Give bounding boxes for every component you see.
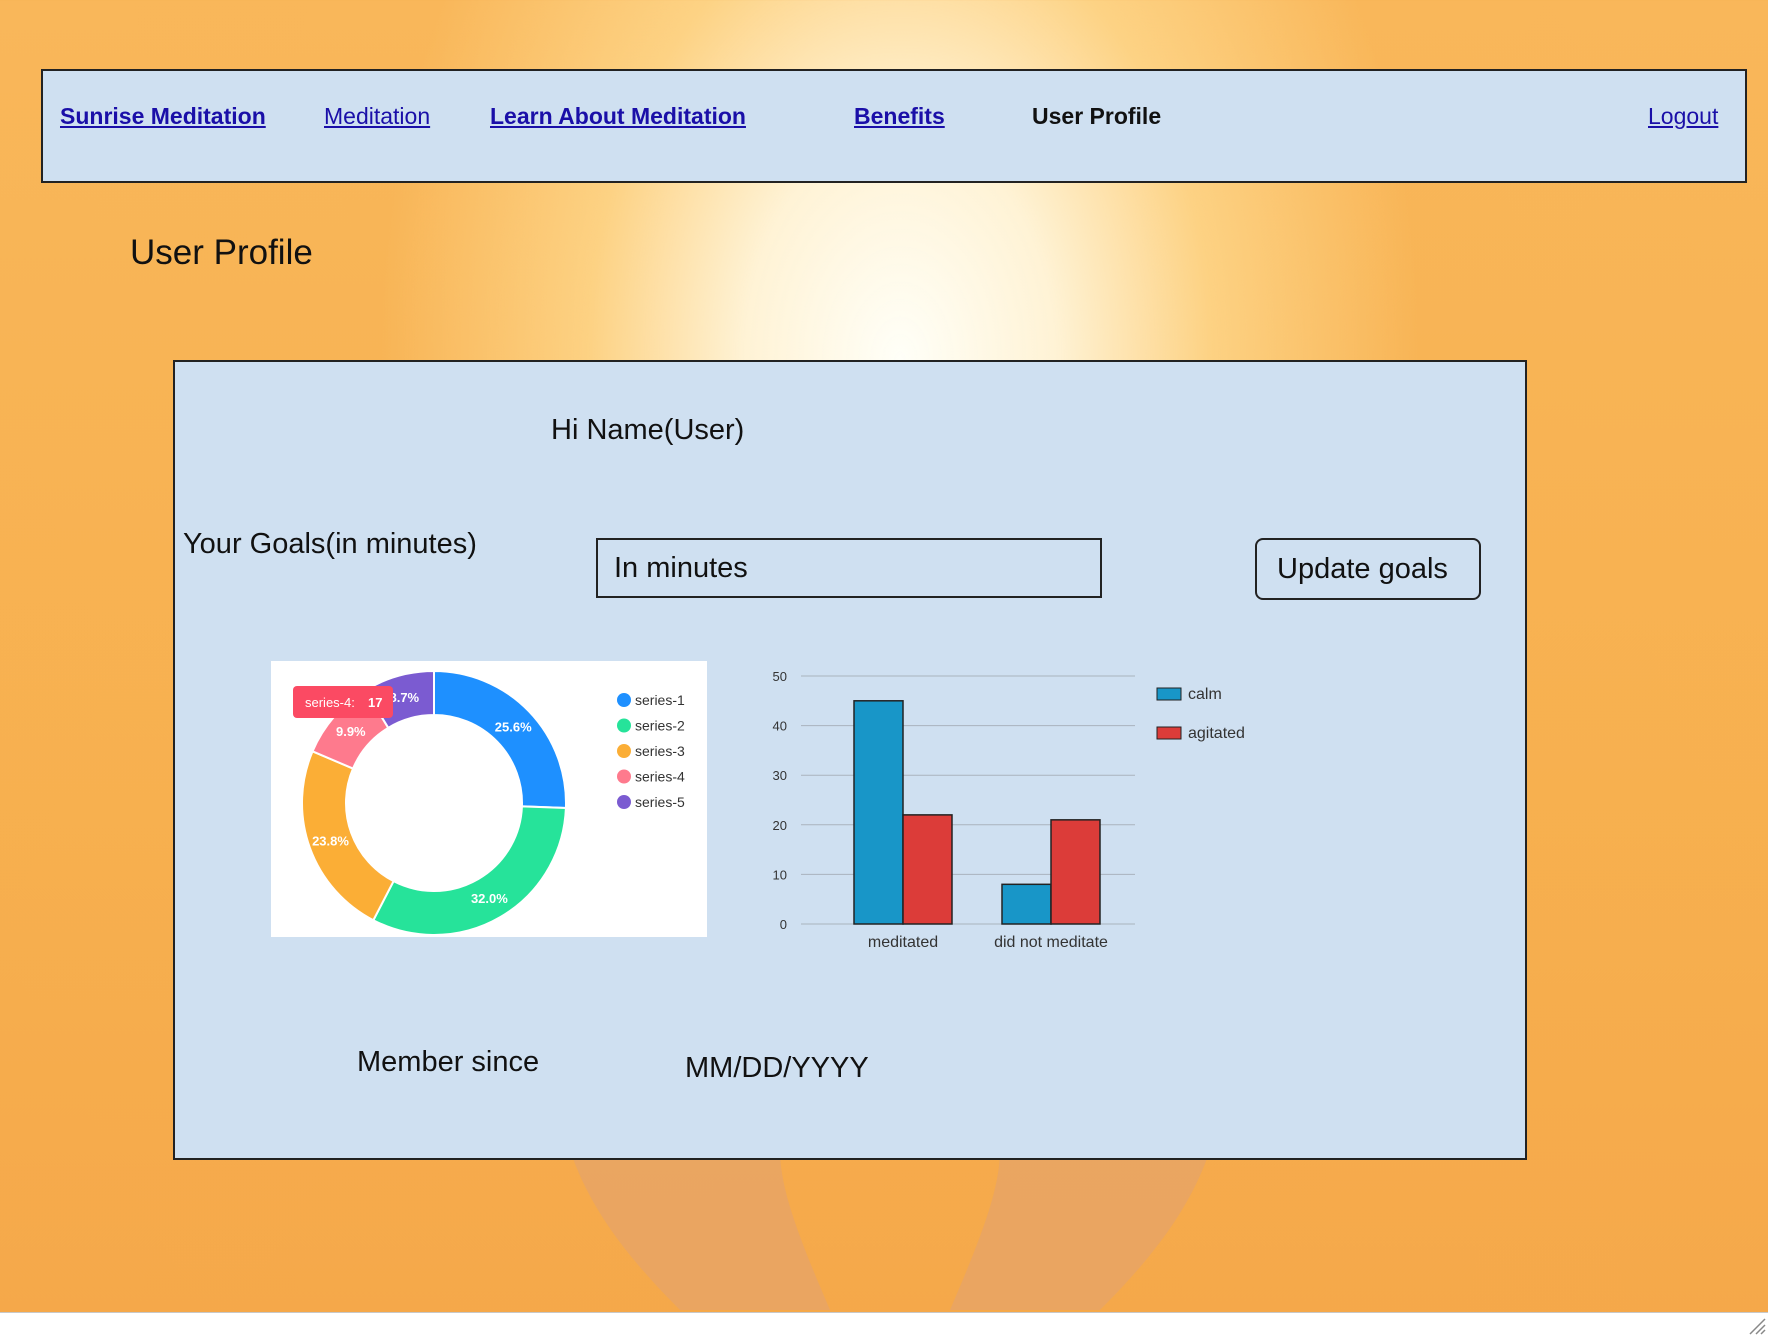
donut-slice-label: 23.8% xyxy=(312,833,349,848)
legend-label: series-4 xyxy=(635,769,685,785)
legend-marker xyxy=(617,795,631,809)
nav-user-profile: User Profile xyxy=(1032,103,1162,129)
bar-calm-1 xyxy=(853,700,904,925)
donut-slice-1 xyxy=(433,669,567,810)
y-tick-label: 40 xyxy=(773,719,787,734)
y-tick-label: 0 xyxy=(780,917,787,932)
hands-image xyxy=(570,1150,1210,1310)
y-tick-label: 30 xyxy=(773,768,787,783)
legend-label: series-3 xyxy=(635,743,685,759)
nav-logout-link[interactable]: Logout xyxy=(1648,103,1718,130)
x-tick-label: meditated xyxy=(868,934,938,951)
update-goals-button[interactable]: Update goals xyxy=(1255,538,1481,600)
legend-label: series-5 xyxy=(635,794,685,810)
legend-swatch xyxy=(1156,726,1182,740)
legend-marker xyxy=(617,718,631,733)
member-since-date: MM/DD/YYYY xyxy=(685,1052,869,1084)
donut-chart: 25.6% 32.0% 23.8% 9.9% 8.7% series-1 series-2 s… xyxy=(293,669,685,936)
legend-marker xyxy=(617,744,631,758)
member-since-label: Member since xyxy=(357,1046,540,1078)
top-navbar: Sunrise Meditation Meditation Learn Abou… xyxy=(41,69,1747,183)
y-tick-label: 10 xyxy=(773,867,787,882)
legend-swatch xyxy=(1156,687,1182,701)
tooltip-value: 17 xyxy=(368,695,382,710)
y-tick-label: 20 xyxy=(773,818,787,833)
legend-marker xyxy=(617,769,631,784)
bar-agitated-2 xyxy=(1050,819,1101,925)
bar-agitated-1 xyxy=(902,814,953,925)
legend-label: series-2 xyxy=(635,718,685,734)
window-bottom-edge xyxy=(0,1312,1768,1337)
donut-slice-label: 25.6% xyxy=(495,720,532,735)
nav-brand-link[interactable]: Sunrise Meditation xyxy=(60,103,266,130)
legend-label: series-1 xyxy=(635,692,685,708)
greeting-text: Hi Name(User) xyxy=(551,414,745,446)
donut-tooltip: series-4: 17 xyxy=(293,686,393,718)
nav-meditation-link[interactable]: Meditation xyxy=(324,103,430,130)
bar-chart: 0 10 20 30 40 50 meditated did not meditate calm… xyxy=(773,669,1245,951)
tooltip-series: series-4: xyxy=(305,695,355,710)
resize-grip-icon[interactable] xyxy=(1744,1313,1766,1335)
donut-slice-label: 8.7% xyxy=(389,690,419,705)
donut-slice-2 xyxy=(371,805,567,936)
donut-slice-label: 9.9% xyxy=(336,724,366,739)
goals-input[interactable] xyxy=(596,538,1102,598)
legend-marker xyxy=(617,693,631,707)
nav-learn-link[interactable]: Learn About Meditation xyxy=(490,103,746,130)
page-title: User Profile xyxy=(130,233,313,272)
bar-calm-2 xyxy=(1001,883,1052,925)
legend-label: agitated xyxy=(1188,725,1245,742)
donut-chart-card: 25.6% 32.0% 23.8% 9.9% 8.7% series-1 series-2 s… xyxy=(271,661,707,937)
donut-slice-label: 32.0% xyxy=(471,891,508,906)
y-tick-label: 50 xyxy=(773,669,787,684)
profile-panel: Hi Name(User) Your Goals(in minutes) Upd… xyxy=(173,360,1527,1160)
legend-label: calm xyxy=(1188,686,1222,703)
goals-label: Your Goals(in minutes) xyxy=(183,528,477,560)
x-tick-label: did not meditate xyxy=(994,934,1108,951)
nav-benefits-link[interactable]: Benefits xyxy=(854,103,945,130)
